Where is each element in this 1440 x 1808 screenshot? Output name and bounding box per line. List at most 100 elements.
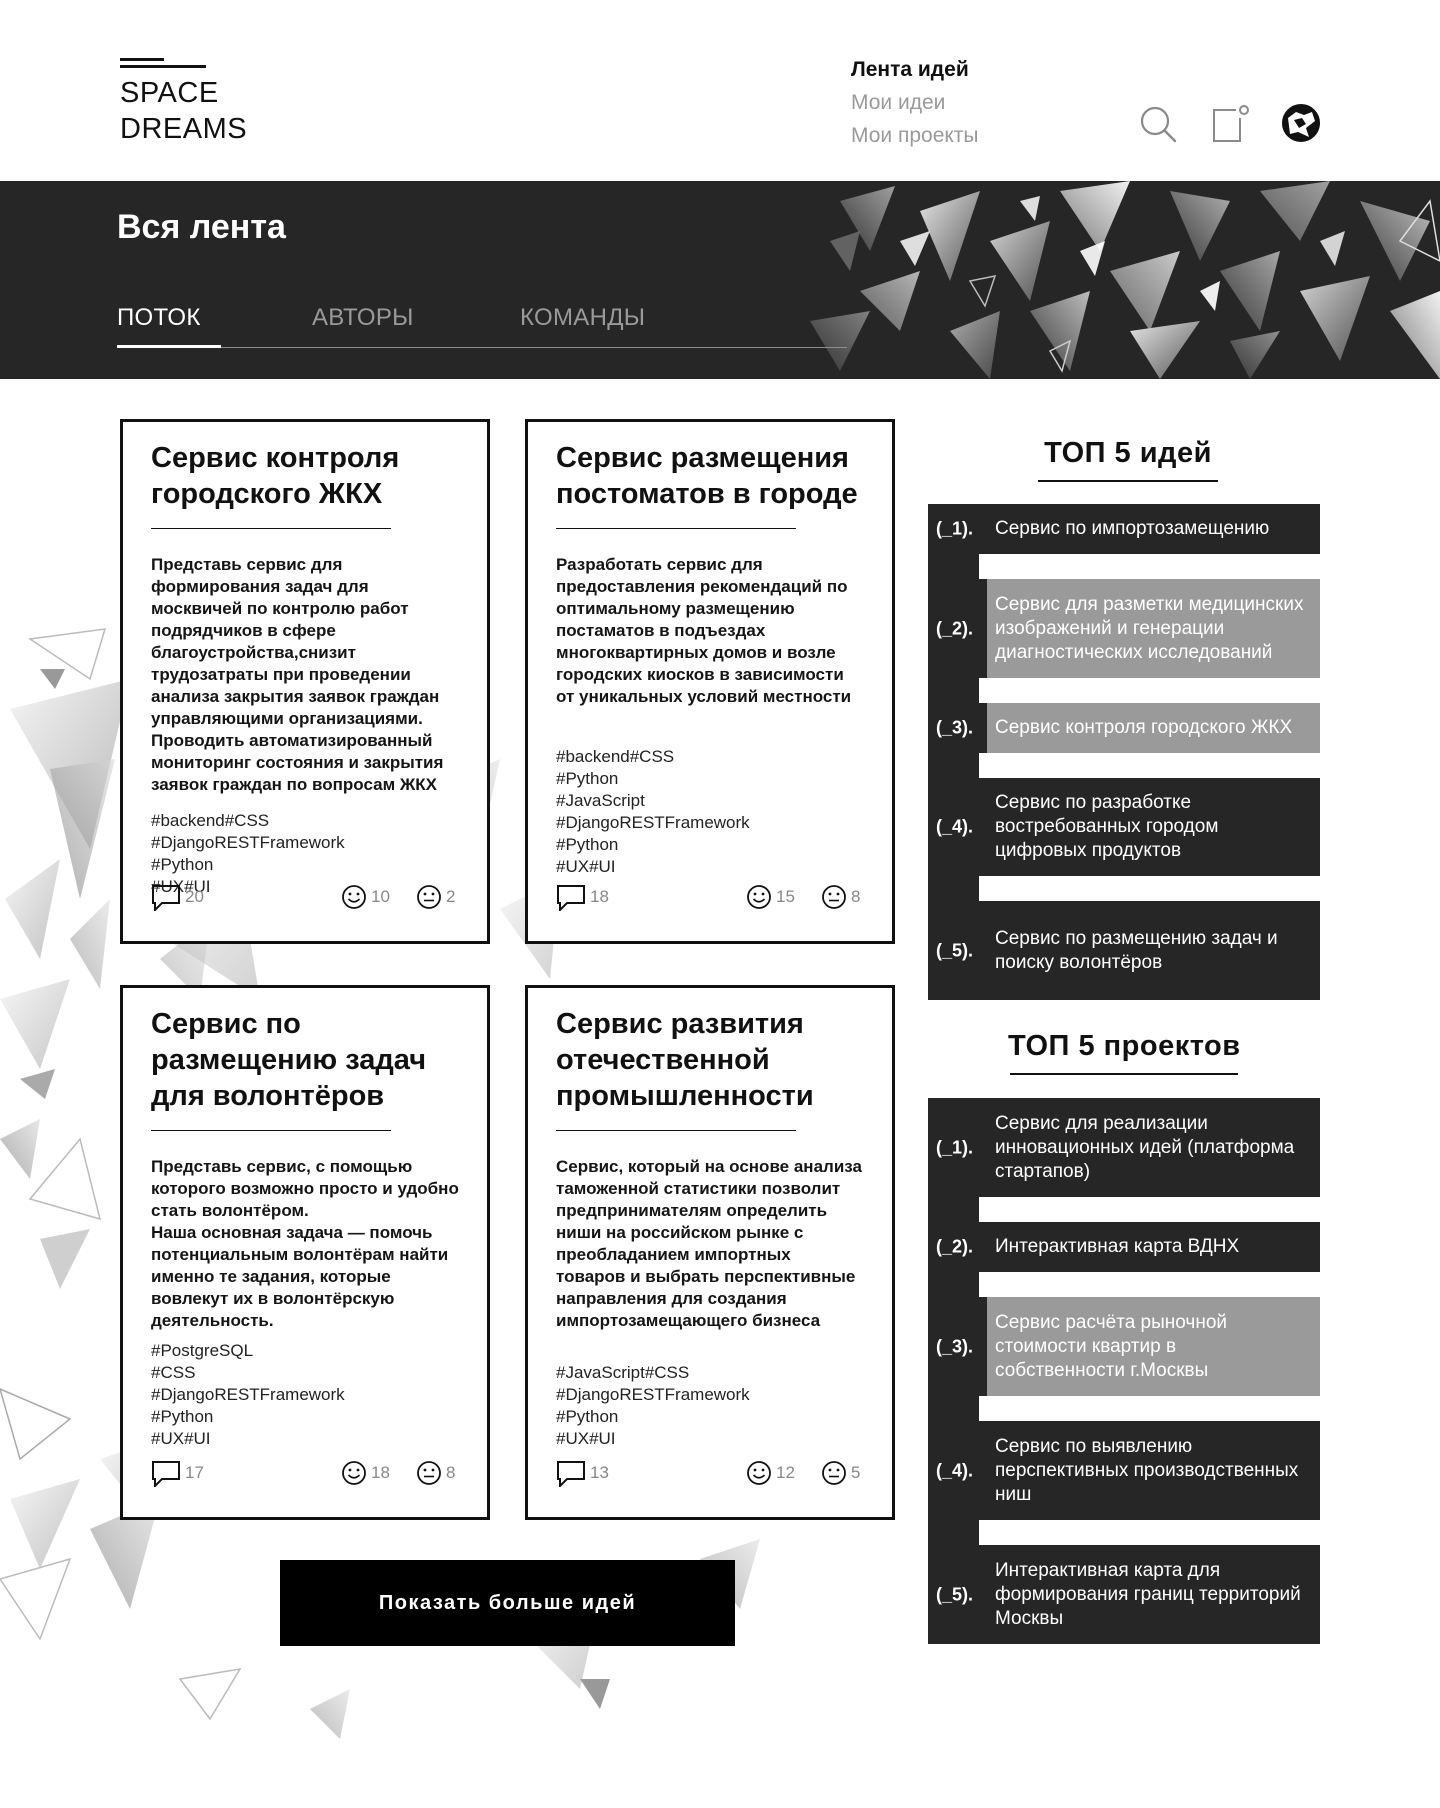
neutral-count: 8 (851, 887, 861, 906)
top-item-label: Сервис для разметки медицинских изображе… (987, 579, 1320, 678)
comment-counter[interactable]: 20 (151, 883, 204, 911)
tag[interactable]: #DjangoRESTFramework (556, 1384, 864, 1406)
top-item-label: Сервис по разработке востребованных горо… (995, 792, 1219, 861)
page-title: Вся лента (117, 208, 286, 246)
top-ideas-list: (_1). Сервис по импортозамещению (_2). С… (928, 504, 1320, 1000)
list-connector (928, 1272, 1320, 1297)
idea-card[interactable]: Сервис развития отечественной промышленн… (525, 985, 895, 1520)
comment-icon (152, 885, 180, 911)
top-ideas-title: ТОП 5 идей (1038, 437, 1218, 482)
idea-card[interactable]: Сервис контроля городского ЖКХ Представь… (120, 419, 490, 944)
like-counter[interactable]: 18 (341, 1459, 390, 1487)
top-idea-item[interactable]: (_1). Сервис по импортозамещению (928, 504, 1320, 554)
like-count: 12 (776, 1463, 795, 1482)
tab-teams[interactable]: КОМАНДЫ (520, 304, 645, 332)
rank-number: (_2). (936, 1236, 974, 1257)
top-project-item[interactable]: (_2). Интерактивная карта ВДНХ (928, 1222, 1320, 1272)
tab-authors[interactable]: АВТОРЫ (312, 304, 414, 332)
neutral-counter[interactable]: 5 (821, 1459, 860, 1487)
rank-number: (_3). (936, 717, 974, 738)
search-icon[interactable] (1138, 104, 1178, 144)
logo-line-1: SPACE (120, 77, 219, 109)
tag[interactable]: #Python (556, 768, 864, 790)
tag[interactable]: #JavaScript (556, 790, 864, 812)
list-connector (928, 678, 1320, 703)
tag[interactable]: #backend#CSS (556, 746, 864, 768)
comment-count: 17 (185, 1463, 204, 1482)
tag[interactable]: #DjangoRESTFramework (151, 1384, 459, 1406)
top-idea-item[interactable]: (_3). Сервис контроля городского ЖКХ (928, 703, 1320, 753)
nav-item-my-projects[interactable]: Мои проекты (851, 119, 979, 152)
card-tags: #JavaScript#CSS #DjangoRESTFramework #Py… (556, 1362, 864, 1450)
top-project-item[interactable]: (_1). Сервис для реализации инновационны… (928, 1098, 1320, 1197)
tab-stream[interactable]: ПОТОК (117, 304, 201, 332)
avatar[interactable] (1282, 104, 1320, 142)
feed-tabs: ПОТОК АВТОРЫ КОМАНДЫ (117, 304, 847, 348)
show-more-button[interactable]: Показать больше идей (280, 1560, 735, 1646)
smile-icon (747, 885, 771, 909)
card-tags: #backend#CSS #Python #JavaScript #Django… (556, 746, 864, 878)
idea-card[interactable]: Сервис по размещению задач для волонтёро… (120, 985, 490, 1520)
tag[interactable]: #backend#CSS (151, 810, 459, 832)
avatar-image (1284, 106, 1318, 140)
comment-counter[interactable]: 17 (151, 1459, 204, 1487)
title-underline (1038, 480, 1218, 482)
neutral-face-icon (822, 885, 846, 909)
smile-icon (747, 1461, 771, 1485)
tag[interactable]: #Python (556, 1406, 864, 1428)
card-description: Сервис, который на основе анализа таможе… (556, 1157, 862, 1330)
neutral-face-icon (822, 1461, 846, 1485)
card-footer: 13 12 5 (556, 1459, 864, 1487)
tag[interactable]: #Python (151, 1406, 459, 1428)
neutral-count: 8 (446, 1463, 456, 1482)
top-ideas-title-text: ТОП 5 идей (1044, 437, 1212, 469)
tag[interactable]: #PostgreSQL (151, 1340, 459, 1362)
like-counter[interactable]: 10 (341, 883, 390, 911)
top-idea-item[interactable]: (_4). Сервис по разработке востребованны… (928, 778, 1320, 876)
comment-counter[interactable]: 13 (556, 1459, 609, 1487)
neutral-counter[interactable]: 8 (416, 1459, 455, 1487)
idea-card[interactable]: Сервис размещения постоматов в городе Ра… (525, 419, 895, 944)
card-tags: #PostgreSQL #CSS #DjangoRESTFramework #P… (151, 1340, 459, 1450)
tag[interactable]: #UX#UI (556, 856, 864, 878)
list-connector (928, 554, 1320, 579)
logo[interactable]: SPACE DREAMS (120, 58, 247, 147)
top-project-item[interactable]: (_3). Сервис расчёта рыночной стоимости … (928, 1297, 1320, 1396)
top-project-item[interactable]: (_4). Сервис по выявлению перспективных … (928, 1421, 1320, 1520)
document-add-icon[interactable] (1210, 104, 1250, 144)
tag[interactable]: #Python (151, 854, 459, 876)
card-description: Представь сервис для формирования задач … (151, 555, 444, 794)
neutral-counter[interactable]: 8 (821, 883, 860, 911)
neutral-counter[interactable]: 2 (416, 883, 455, 911)
top-projects-list: (_1). Сервис для реализации инновационны… (928, 1098, 1320, 1644)
comment-icon (557, 1461, 585, 1487)
tag[interactable]: #UX#UI (151, 1428, 459, 1450)
tag[interactable]: #CSS (151, 1362, 459, 1384)
list-connector (928, 876, 1320, 901)
like-counter[interactable]: 15 (746, 883, 795, 911)
comment-icon (152, 1461, 180, 1487)
like-count: 15 (776, 887, 795, 906)
tag[interactable]: #UX#UI (556, 1428, 864, 1450)
nav-item-my-ideas[interactable]: Мои идеи (851, 86, 979, 119)
neutral-face-icon (417, 1461, 441, 1485)
tag[interactable]: #DjangoRESTFramework (556, 812, 864, 834)
tag[interactable]: #Python (556, 834, 864, 856)
nav-item-feed[interactable]: Лента идей (851, 53, 979, 86)
tag[interactable]: #DjangoRESTFramework (151, 832, 459, 854)
comment-icon (557, 885, 585, 911)
rank-number: (_2). (936, 618, 974, 638)
top-idea-item[interactable]: (_2). Сервис для разметки медицинских из… (928, 579, 1320, 678)
comment-count: 20 (185, 887, 204, 906)
card-divider (151, 1130, 391, 1131)
tag[interactable]: #JavaScript#CSS (556, 1362, 864, 1384)
card-description: Представь сервис, с помощью которого воз… (151, 1157, 459, 1330)
top-idea-item[interactable]: (_5). Сервис по размещению задач и поиск… (928, 901, 1320, 1000)
card-divider (556, 1130, 796, 1131)
card-footer: 17 18 8 (151, 1459, 459, 1487)
top-project-item[interactable]: (_5). Интерактивная карта для формирован… (928, 1545, 1320, 1644)
comment-counter[interactable]: 18 (556, 883, 609, 911)
top-item-label: Сервис по размещению задач и поиску воло… (995, 927, 1278, 973)
feed-banner: Вся лента ПОТОК АВТОРЫ КОМАНДЫ (0, 181, 1440, 379)
like-counter[interactable]: 12 (746, 1459, 795, 1487)
